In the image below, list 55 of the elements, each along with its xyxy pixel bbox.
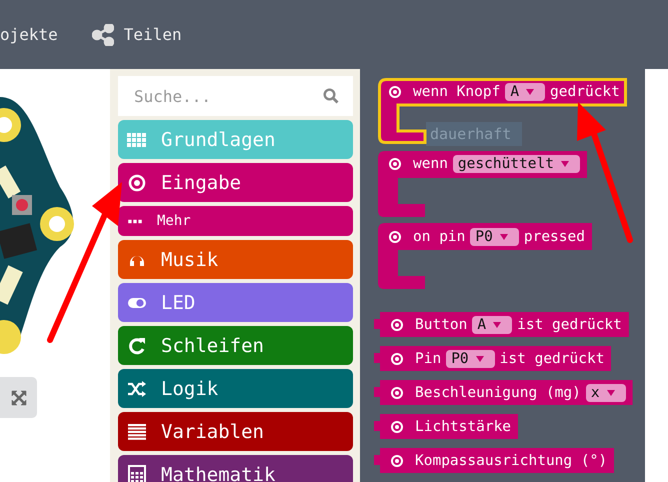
category-item[interactable]: Musik bbox=[118, 240, 353, 279]
category-icon bbox=[127, 336, 147, 356]
reporter-block[interactable]: Pin P0 ist gedrückt bbox=[374, 346, 612, 372]
input-icon bbox=[390, 352, 404, 366]
block-label: gedrückt bbox=[550, 84, 620, 100]
search-icon bbox=[323, 88, 339, 104]
share-button[interactable]: Teilen bbox=[92, 24, 182, 46]
category-icon bbox=[127, 422, 147, 442]
block-dropdown[interactable]: A bbox=[472, 316, 512, 334]
fullscreen-button[interactable] bbox=[0, 377, 37, 418]
category-icon bbox=[127, 172, 147, 192]
expand-icon bbox=[10, 390, 26, 406]
caret-icon bbox=[606, 390, 615, 396]
category-item[interactable]: LED bbox=[118, 283, 353, 322]
search-field[interactable]: Suche... bbox=[118, 76, 353, 116]
input-icon bbox=[390, 454, 404, 468]
caret-icon bbox=[476, 356, 484, 362]
category-icon bbox=[127, 378, 147, 398]
block-label: pressed bbox=[524, 228, 585, 245]
block-label: Pin bbox=[415, 350, 442, 367]
reporter-block[interactable]: Lichtstärke bbox=[374, 414, 518, 440]
caret-icon bbox=[526, 88, 534, 94]
caret-icon bbox=[493, 322, 502, 328]
category-item[interactable]: Eingabe bbox=[118, 163, 353, 202]
input-icon bbox=[390, 386, 404, 400]
input-icon bbox=[388, 230, 402, 244]
block-label: wenn Knopf bbox=[413, 84, 500, 100]
block-label: Lichtstärke bbox=[415, 418, 512, 435]
reporter-block[interactable]: Button A ist gedrückt bbox=[374, 312, 629, 338]
category-icon bbox=[127, 464, 147, 482]
projects-label[interactable]: ojekte bbox=[0, 25, 58, 44]
block-dropdown[interactable]: P0 bbox=[446, 350, 495, 368]
block-dropdown[interactable]: P0 bbox=[470, 228, 519, 246]
category-item[interactable]: Logik bbox=[118, 369, 353, 408]
category-item[interactable]: Variablen bbox=[118, 412, 353, 451]
block-label: ist gedrückt bbox=[517, 316, 622, 333]
block-label: Kompassausrichtung (°) bbox=[415, 452, 608, 469]
share-icon bbox=[92, 24, 114, 46]
reporter-block[interactable]: Beschleunigung (mg) x bbox=[374, 380, 633, 406]
input-icon bbox=[388, 84, 402, 98]
event-block[interactable]: on pin P0 pressed bbox=[378, 223, 592, 286]
block-dropdown[interactable]: A bbox=[505, 82, 546, 100]
block-dropdown[interactable]: x bbox=[586, 384, 626, 402]
block-label: Beschleunigung (mg) bbox=[415, 384, 581, 401]
caret-icon bbox=[500, 234, 508, 240]
reporter-block[interactable]: Kompassausrichtung (°) bbox=[374, 448, 614, 474]
category-icon bbox=[128, 218, 142, 224]
input-icon bbox=[390, 318, 404, 332]
category-item[interactable]: Mathematik bbox=[118, 455, 353, 482]
category-item[interactable]: Mehr bbox=[118, 206, 353, 236]
block-label: ist gedrückt bbox=[500, 350, 604, 367]
category-item[interactable]: Schleifen bbox=[118, 326, 353, 365]
input-icon bbox=[390, 420, 404, 434]
block-label: Button bbox=[415, 316, 468, 333]
block-label: on pin bbox=[413, 228, 466, 245]
